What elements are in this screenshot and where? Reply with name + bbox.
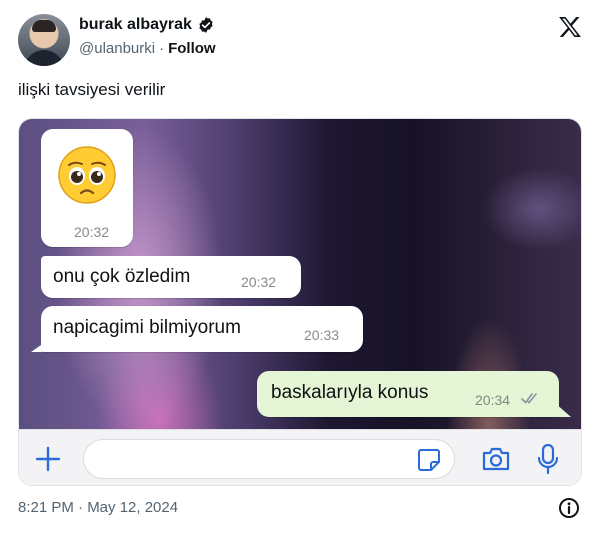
message-text: napicagimi bilmiyorum [53, 317, 241, 338]
message-time: 20:33 [304, 327, 340, 343]
follow-button[interactable]: Follow [168, 40, 216, 57]
message-bubble-emoji: 20:32 [41, 129, 133, 247]
separator-dot: · [159, 40, 165, 57]
message-time: 20:34 [475, 392, 511, 408]
plus-icon[interactable] [35, 446, 61, 472]
message-bubble-incoming: napicagimi bilmiyorum 20:33 [41, 306, 363, 352]
message-time: 20:32 [74, 224, 110, 240]
message-bubble-outgoing: baskalarıyla konus 20:34 [257, 371, 559, 417]
sticker-icon[interactable] [416, 447, 442, 473]
message-input[interactable] [83, 439, 455, 479]
avatar[interactable] [18, 14, 70, 66]
info-icon[interactable] [558, 497, 580, 519]
tweet-text: ilişki tavsiyesi verilir [18, 80, 166, 99]
message-text: onu çok özledim [53, 266, 191, 287]
camera-icon[interactable] [481, 446, 511, 472]
pleading-face-emoji [58, 146, 116, 204]
microphone-icon[interactable] [536, 443, 560, 475]
double-check-icon [521, 393, 537, 404]
verified-badge-icon [199, 17, 213, 33]
chat-input-bar [19, 429, 581, 485]
message-text: baskalarıyla konus [271, 382, 429, 403]
tweet-timestamp[interactable]: 8:21 PM · May 12, 2024 [18, 499, 178, 516]
tweet-header: burak albayrak @ulanburki · Follow [18, 14, 584, 66]
author-name-row: burak albayrak [79, 16, 215, 34]
author-display-name[interactable]: burak albayrak [79, 16, 192, 34]
author-handle-row: @ulanburki · Follow [79, 40, 216, 57]
author-handle[interactable]: @ulanburki [79, 40, 155, 57]
message-bubble-incoming: onu çok özledim 20:32 [41, 256, 301, 298]
tweet-media-image[interactable]: 20:32 onu çok özledim 20:32 napicagimi b… [18, 118, 582, 486]
message-time: 20:32 [241, 274, 277, 290]
chat-background: 20:32 onu çok özledim 20:32 napicagimi b… [19, 119, 581, 429]
x-logo-icon[interactable] [558, 16, 582, 38]
